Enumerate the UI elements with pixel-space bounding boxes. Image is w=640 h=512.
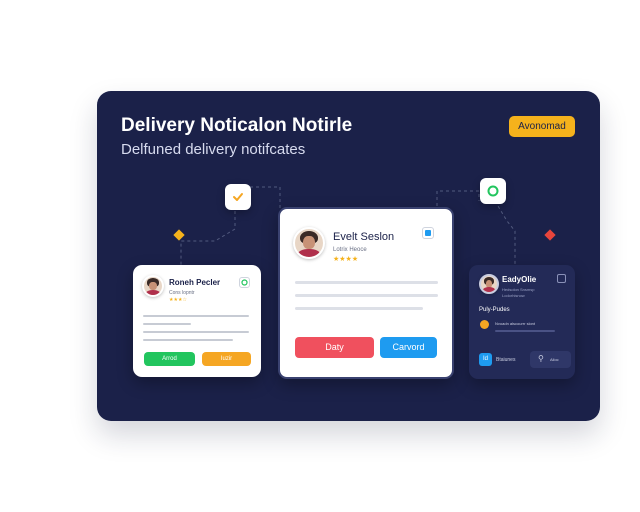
- message-line: [143, 315, 249, 317]
- avatar: [479, 274, 499, 294]
- message-line: [295, 294, 438, 297]
- notification-panel: Delivery Noticalon Notirle Delfuned deli…: [97, 91, 600, 421]
- confirm-button[interactable]: Carvord: [380, 337, 437, 358]
- secondary-button[interactable]: Iuzir: [202, 352, 251, 366]
- sender-meta: Hedsolon Snsmsp: [502, 287, 535, 292]
- message-line: [143, 331, 249, 333]
- right-notification-card[interactable]: EadyOlie Hedsolon Snsmsp Lodorhisnow Pul…: [469, 265, 575, 379]
- footer-badge-icon: Id: [479, 353, 492, 366]
- search-icon: ⚲: [538, 354, 544, 363]
- left-notification-card[interactable]: Roneh Pecler Cons lopntr ★★★☆ Arrod Iuzi…: [133, 265, 261, 377]
- sender-name: Evelt Seslon: [333, 231, 395, 243]
- section-label: Puly-Pudes: [479, 307, 510, 313]
- message-line: [295, 281, 438, 284]
- sender-meta: Cons lopntr: [169, 290, 195, 296]
- header-subtitle: Delfuned delivery notifcates: [121, 141, 306, 158]
- message-line: [143, 339, 233, 341]
- message-line: [295, 307, 423, 310]
- decline-button[interactable]: Daty: [295, 337, 374, 358]
- item-text: Nvoadn alscourrr slont: [495, 321, 536, 326]
- footer-text: Btaiunes: [496, 357, 516, 363]
- shield-icon: [557, 274, 566, 283]
- coin-icon: [480, 320, 489, 329]
- item-line: [495, 330, 555, 332]
- sender-name: EadyOlie: [502, 275, 537, 284]
- sender-meta: Lotrix Heoce: [333, 247, 367, 253]
- rating-stars: ★★★☆: [169, 297, 187, 303]
- sender-meta-2: Lodorhisnow: [502, 293, 525, 298]
- status-badge[interactable]: Avonomad: [509, 116, 575, 137]
- sender-name: Roneh Pecler: [169, 278, 221, 287]
- info-icon: [422, 227, 434, 239]
- verified-icon: [239, 277, 250, 288]
- rating-stars: ★★★★: [333, 256, 359, 263]
- avatar: [293, 227, 325, 259]
- center-notification-card[interactable]: Evelt Seslon Lotrix Heoce ★★★★ Daty Carv…: [278, 207, 454, 379]
- accept-button[interactable]: Arrod: [144, 352, 195, 366]
- footer-action-label: Ailoc: [550, 357, 559, 362]
- avatar: [142, 275, 164, 297]
- message-line: [143, 323, 191, 325]
- status-ring-icon[interactable]: [480, 178, 506, 204]
- check-icon[interactable]: [225, 184, 251, 210]
- footer-action-button[interactable]: ⚲ Ailoc: [530, 351, 571, 368]
- header-title: Delivery Noticalon Notirle: [121, 115, 353, 136]
